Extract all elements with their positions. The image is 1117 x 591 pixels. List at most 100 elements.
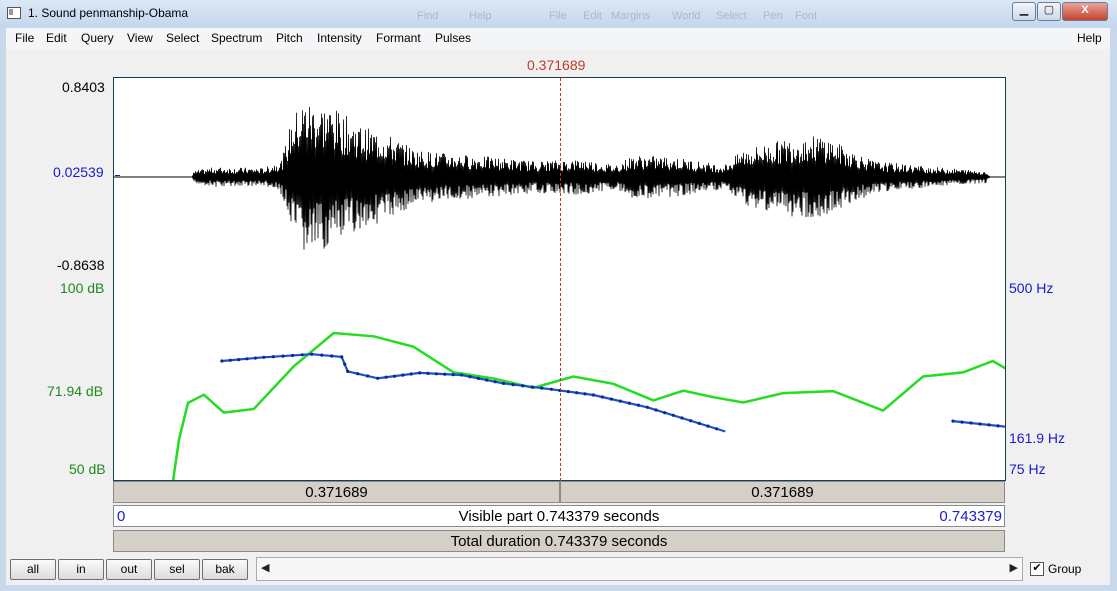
scroll-right-arrow-icon[interactable]: ▶	[1010, 561, 1018, 574]
time-scrollbar[interactable]: ◀ ▶	[256, 557, 1023, 581]
pitch-point	[951, 419, 955, 423]
background-menu-margins: Margins	[611, 10, 651, 22]
pitch-point	[715, 427, 719, 431]
visible-start-label: 0	[117, 508, 126, 525]
menu-pitch[interactable]: Pitch	[276, 31, 303, 45]
menu-spectrum[interactable]: Spectrum	[211, 31, 262, 45]
zoom-out-button[interactable]: out	[106, 559, 152, 580]
zoom-back-button[interactable]: bak	[202, 559, 248, 580]
pitch-point	[654, 408, 658, 412]
pitch-mid-label: 161.9 Hz	[1009, 430, 1066, 446]
pitch-point	[271, 355, 275, 359]
pitch-point	[663, 411, 667, 415]
pitch-point	[609, 397, 613, 401]
waveform-min-label: -0.8638	[57, 257, 105, 273]
pitch-point	[706, 424, 710, 428]
praat-window-icon	[7, 7, 21, 19]
pitch-point	[583, 392, 587, 396]
pitch-segment	[221, 353, 726, 433]
bottom-bar: all in out sel bak ◀ ▶ ✔ Group	[6, 553, 1110, 585]
pitch-point	[680, 416, 684, 420]
pitch-top-label: 500 Hz	[1009, 280, 1054, 296]
pitch-point	[540, 386, 544, 390]
menu-intensity[interactable]: Intensity	[317, 31, 362, 45]
pitch-point	[591, 393, 595, 397]
close-button[interactable]: X	[1062, 2, 1108, 21]
left-segment-bar[interactable]: 0.371689	[113, 481, 560, 503]
pitch-point	[409, 372, 413, 376]
pitch-point	[645, 405, 650, 409]
pitch-point	[618, 399, 622, 403]
minimize-button[interactable]: ▁	[1012, 2, 1036, 21]
pitch-point	[300, 353, 304, 357]
pitch-point	[426, 371, 430, 375]
total-duration-bar[interactable]: Total duration 0.743379 seconds	[113, 530, 1005, 552]
menu-help[interactable]: Help	[1077, 31, 1102, 45]
window-title: 1. Sound penmanship-Obama	[28, 6, 189, 20]
maximize-button[interactable]: ▢	[1037, 2, 1061, 21]
pitch-point	[978, 422, 982, 426]
cursor-time-label: 0.371689	[527, 57, 586, 73]
pitch-point	[451, 373, 455, 377]
pitch-point	[228, 358, 232, 362]
pitch-point	[627, 401, 632, 405]
pitch-point	[468, 375, 472, 379]
visible-part-label: Visible part 0.743379 seconds	[458, 508, 660, 525]
pitch-point	[987, 423, 991, 427]
pitch-point	[392, 374, 397, 378]
pitch-point	[521, 384, 525, 388]
pitch-point	[340, 355, 344, 359]
pitch-point	[356, 372, 360, 376]
pitch-point	[575, 391, 579, 395]
pitch-point	[330, 354, 334, 358]
pitch-point	[636, 403, 641, 407]
menu-query[interactable]: Query	[81, 31, 114, 45]
background-menu-select: Select	[716, 10, 747, 22]
menu-select[interactable]: Select	[166, 31, 199, 45]
pitch-point	[600, 395, 604, 399]
scroll-left-arrow-icon[interactable]: ◀	[261, 561, 269, 574]
pitch-point	[996, 424, 1000, 428]
waveform-cursor-tick	[115, 175, 120, 176]
pitch-point	[384, 375, 388, 379]
pitch-point	[320, 353, 324, 357]
group-checkbox[interactable]: ✔	[1030, 562, 1044, 576]
menu-file[interactable]: File	[15, 31, 34, 45]
pitch-point	[671, 413, 675, 417]
menu-pulses[interactable]: Pulses	[435, 31, 471, 45]
pitch-point	[310, 352, 314, 356]
pitch-point	[530, 385, 534, 389]
pitch-point	[697, 421, 701, 425]
pitch-point	[476, 376, 480, 380]
pitch-point	[493, 380, 497, 384]
pitch-point	[969, 421, 973, 425]
intensity-cursor-label: 71.94 dB	[47, 383, 104, 399]
visible-part-bar[interactable]: 0 Visible part 0.743379 seconds 0.743379	[113, 505, 1005, 527]
zoom-all-button[interactable]: all	[10, 559, 56, 580]
pitch-point	[291, 353, 295, 358]
pitch-point	[501, 381, 506, 385]
waveform-max-label: 0.8403	[62, 79, 105, 95]
menu-view[interactable]: View	[127, 31, 153, 45]
intensity-top-label: 100 dB	[60, 280, 105, 296]
pitch-point	[549, 387, 554, 391]
waveform-cursor-value-label: 0.02539	[53, 164, 104, 180]
menu-formant[interactable]: Formant	[376, 31, 421, 45]
pitch-contour	[220, 352, 1005, 433]
pitch-point	[418, 371, 422, 375]
zoom-in-button[interactable]: in	[58, 559, 104, 580]
zoom-selection-button[interactable]: sel	[154, 559, 200, 580]
cursor-line	[560, 78, 561, 481]
pitch-point	[237, 358, 241, 362]
right-segment-bar[interactable]: 0.371689	[560, 481, 1005, 503]
pitch-point	[566, 390, 570, 394]
pitch-point	[253, 356, 257, 360]
pitch-point	[346, 369, 350, 373]
pitch-point	[220, 359, 224, 363]
background-menu-edit: Edit	[583, 10, 602, 22]
menu-edit[interactable]: Edit	[46, 31, 67, 45]
background-menu-font: Font	[795, 10, 818, 22]
pitch-point	[262, 355, 266, 359]
background-menu-file: File	[549, 10, 567, 22]
pitch-bottom-label: 75 Hz	[1009, 461, 1046, 477]
